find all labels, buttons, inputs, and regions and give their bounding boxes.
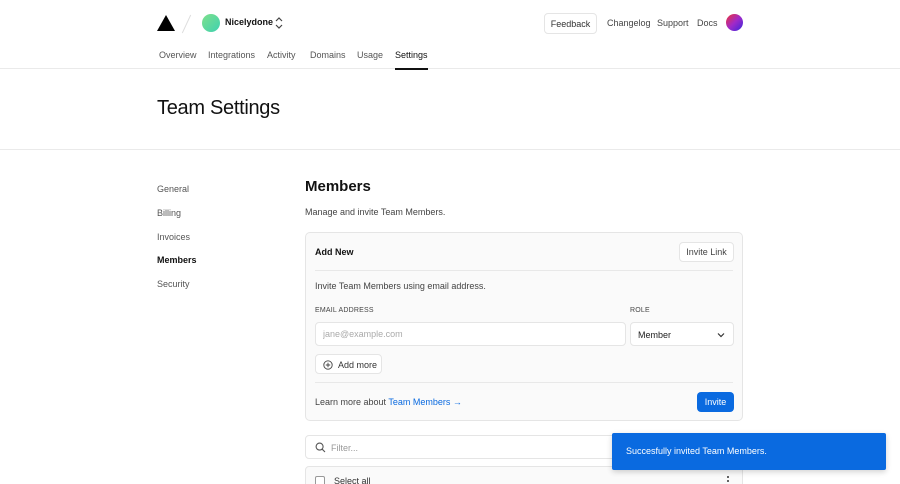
top-navbar: Nicelydone Feedback Changelog Support Do… [0,0,900,46]
vercel-logo-icon[interactable] [157,15,175,31]
divider [315,270,733,271]
team-members-link[interactable]: Team Members → [388,397,462,407]
role-label: ROLE [630,307,650,314]
project-tabs: Overview Integrations Activity Domains U… [0,46,900,70]
add-more-button[interactable]: Add more [315,354,382,374]
docs-link[interactable]: Docs [697,18,718,28]
email-field[interactable] [315,322,626,346]
chevron-down-icon [717,333,725,338]
filter-input[interactable] [331,440,611,455]
search-icon [315,442,326,453]
plus-circle-icon [323,360,333,370]
email-label: EMAIL ADDRESS [315,307,374,314]
add-new-card: Add New Invite Link Invite Team Members … [305,232,743,421]
tab-integrations[interactable]: Integrations [208,50,255,68]
card-title: Add New [315,247,354,257]
page-header: Team Settings [0,69,900,150]
page-title: Team Settings [157,97,280,119]
select-all-checkbox[interactable] [315,476,325,484]
add-more-label: Add more [338,360,378,370]
feedback-button[interactable]: Feedback [544,13,597,34]
sidebar-item-billing[interactable]: Billing [157,208,181,218]
tab-usage[interactable]: Usage [357,50,383,68]
tab-settings[interactable]: Settings [395,50,428,70]
tab-domains[interactable]: Domains [310,50,346,68]
section-description: Manage and invite Team Members. [305,207,446,217]
sidebar-item-security[interactable]: Security [157,279,190,289]
support-link[interactable]: Support [657,18,689,28]
divider [315,382,733,383]
toast-message: Succesfully invited Team Members. [626,446,767,456]
user-avatar[interactable] [726,14,743,31]
invite-link-button[interactable]: Invite Link [679,242,734,262]
learn-more-prefix: Learn more about [315,397,387,407]
changelog-link[interactable]: Changelog [607,18,651,28]
section-title: Members [305,178,371,195]
more-options-icon[interactable] [726,475,730,484]
sidebar-item-invoices[interactable]: Invoices [157,232,190,242]
card-subtitle: Invite Team Members using email address. [315,281,486,291]
team-avatar[interactable] [202,14,220,32]
sidebar-item-general[interactable]: General [157,184,189,194]
invite-button[interactable]: Invite [697,392,734,412]
chevron-updown-icon[interactable] [275,16,283,30]
learn-more-text: Learn more about Team Members → [315,397,462,407]
success-toast: Succesfully invited Team Members. [612,433,886,470]
separator-slash [181,14,192,34]
role-value: Member [638,330,672,340]
tab-activity[interactable]: Activity [267,50,296,68]
tab-overview[interactable]: Overview [159,50,197,68]
role-select[interactable]: Member [630,322,734,346]
select-all-label: Select all [334,476,371,484]
team-name[interactable]: Nicelydone [225,17,273,27]
sidebar-item-members[interactable]: Members [157,255,197,265]
